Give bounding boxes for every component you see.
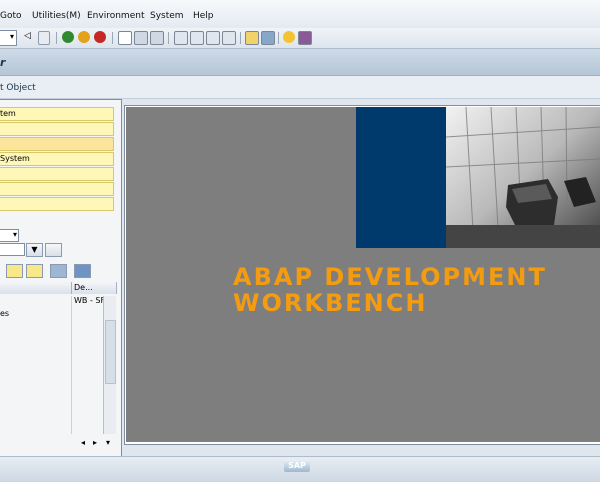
scroll-down-icon[interactable]: ▾ bbox=[106, 438, 110, 447]
shortcut-icon[interactable] bbox=[261, 31, 275, 45]
hierarchy-icon[interactable] bbox=[6, 264, 23, 278]
menu-help[interactable]: Help bbox=[193, 11, 214, 21]
scroll-right-icon[interactable]: ▸ bbox=[93, 438, 97, 447]
tree-vertical-scrollbar[interactable] bbox=[103, 296, 116, 434]
toolbar-separator bbox=[278, 32, 279, 44]
save-icon[interactable] bbox=[38, 31, 50, 45]
column-divider bbox=[71, 296, 72, 434]
toolbar-separator bbox=[56, 32, 57, 44]
previous-page-icon[interactable] bbox=[190, 31, 204, 45]
scrollbar-thumb[interactable] bbox=[105, 320, 116, 384]
next-page-icon[interactable] bbox=[206, 31, 220, 45]
menu-system[interactable]: System bbox=[150, 11, 184, 21]
display-glasses-icon[interactable] bbox=[45, 243, 62, 257]
first-page-icon[interactable] bbox=[174, 31, 188, 45]
navigation-panel: tem System ▾ ▼ De... WB - SF es ◂ ▸ ▾ bbox=[0, 99, 122, 457]
office-photo-image bbox=[446, 107, 600, 248]
tree-row-label[interactable]: es bbox=[0, 309, 40, 319]
nav-button-5[interactable] bbox=[0, 167, 114, 181]
sap-logo: SAP bbox=[284, 460, 310, 472]
dropdown-button[interactable]: ▼ bbox=[26, 243, 43, 257]
tree-column-header-1[interactable] bbox=[0, 282, 72, 294]
tree-cell-description: WB - SF bbox=[74, 296, 104, 305]
close-icon[interactable] bbox=[74, 264, 91, 278]
blue-block bbox=[356, 107, 446, 248]
edit-object-button[interactable]: t Object bbox=[0, 83, 36, 93]
find-icon[interactable] bbox=[134, 31, 148, 45]
status-bar: SAP bbox=[0, 456, 600, 482]
layout-icon[interactable] bbox=[298, 31, 312, 45]
find-next-icon[interactable] bbox=[150, 31, 164, 45]
nav-button-3[interactable] bbox=[0, 137, 114, 151]
command-field[interactable]: ▾ bbox=[0, 30, 17, 46]
back-icon[interactable] bbox=[62, 31, 74, 43]
nav-button-2[interactable] bbox=[0, 122, 114, 136]
chevron-down-icon: ▼ bbox=[31, 245, 38, 254]
cancel-icon[interactable] bbox=[94, 31, 106, 43]
screen-title: r bbox=[0, 56, 6, 69]
menu-utilities[interactable]: Utilities(M) bbox=[32, 11, 81, 21]
headline-line-1: ABAP DEVELOPMENT bbox=[233, 263, 547, 291]
help-icon[interactable] bbox=[283, 31, 295, 43]
nav-button-7[interactable] bbox=[0, 197, 114, 211]
exit-icon[interactable] bbox=[78, 31, 90, 43]
application-toolbar: t Object bbox=[0, 76, 600, 99]
nav-button-4[interactable]: System bbox=[0, 152, 114, 166]
standard-toolbar: ▾ ◁ bbox=[0, 28, 600, 49]
toolbar-separator bbox=[112, 32, 113, 44]
headline-line-2: WORKBENCH bbox=[233, 289, 428, 317]
object-name-input[interactable] bbox=[0, 243, 25, 256]
refresh-icon[interactable] bbox=[50, 264, 67, 278]
nav-button-6[interactable] bbox=[0, 182, 114, 196]
collapse-icon[interactable] bbox=[26, 264, 43, 278]
create-session-icon[interactable] bbox=[245, 31, 259, 45]
scroll-left-icon[interactable]: ◂ bbox=[81, 438, 85, 447]
title-bar: r bbox=[0, 49, 600, 76]
last-page-icon[interactable] bbox=[222, 31, 236, 45]
back-arrow-icon[interactable]: ◁ bbox=[24, 31, 36, 43]
toolbar-separator bbox=[240, 32, 241, 44]
object-type-select[interactable]: ▾ bbox=[0, 229, 19, 242]
print-icon[interactable] bbox=[118, 31, 132, 45]
tree-column-header-2[interactable]: De... bbox=[72, 282, 117, 294]
menu-goto[interactable]: Goto bbox=[0, 11, 22, 21]
dropdown-arrow-icon[interactable]: ▾ bbox=[10, 32, 14, 41]
toolbar-separator bbox=[168, 32, 169, 44]
menu-environment[interactable]: Environment bbox=[87, 11, 144, 21]
nav-button-1[interactable]: tem bbox=[0, 107, 114, 121]
chevron-down-icon[interactable]: ▾ bbox=[13, 230, 17, 239]
menu-bar: Goto Utilities(M) Environment System Hel… bbox=[0, 0, 600, 29]
